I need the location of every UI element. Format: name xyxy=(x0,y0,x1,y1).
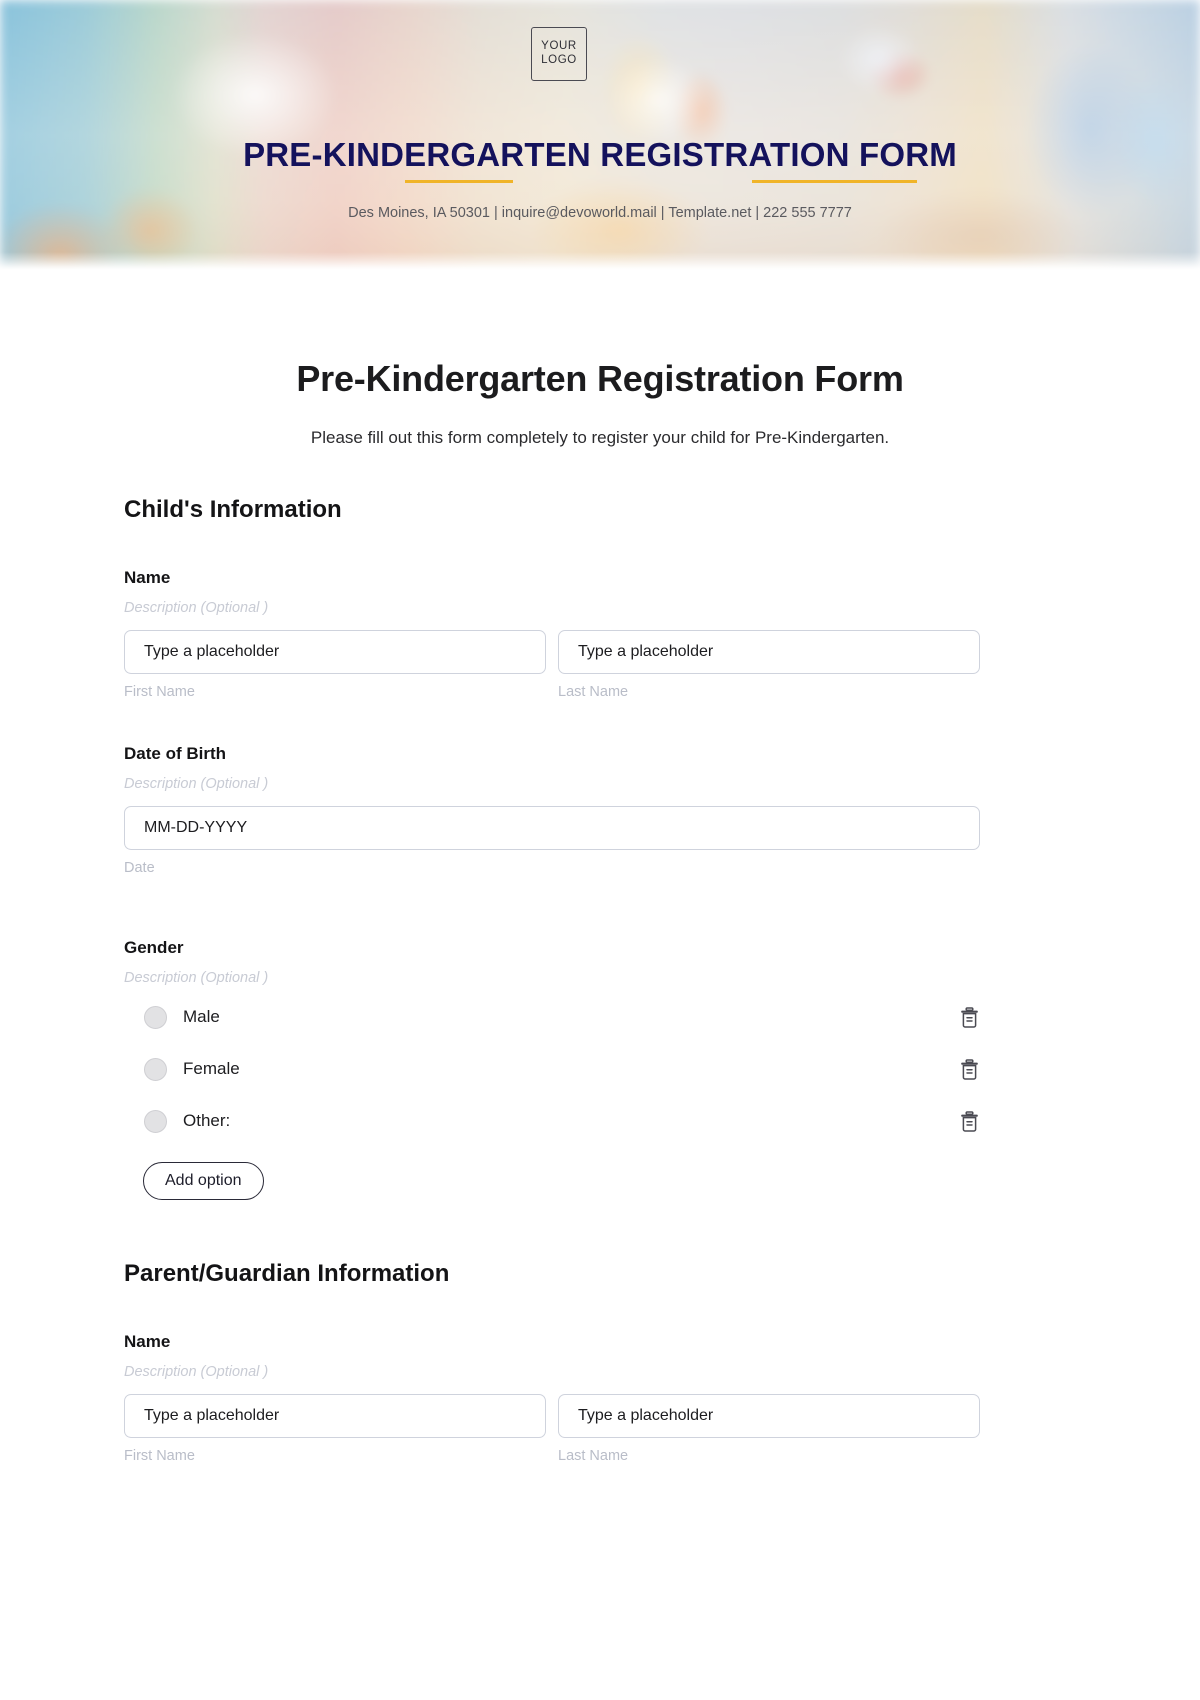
section-heading: Child's Information xyxy=(124,496,342,523)
input-row: Date xyxy=(124,806,980,876)
radio-option-female[interactable]: Female xyxy=(124,1048,980,1090)
accent-rule-left xyxy=(405,180,513,183)
banner-title: PRE-KINDERGARTEN REGISTRATION FORM xyxy=(243,136,957,173)
input-group-last-name: Last Name xyxy=(558,1394,980,1464)
trash-icon[interactable] xyxy=(956,1056,982,1082)
input-sub-label: Last Name xyxy=(558,1448,629,1464)
radio-option-male[interactable]: Male xyxy=(124,996,980,1038)
section-childs-information: Child's Information Name Description (Op… xyxy=(124,496,980,1200)
input-sub-label: Last Name xyxy=(558,684,629,700)
banner-bottom-fade xyxy=(0,252,1200,270)
page-title: Pre-Kindergarten Registration Form xyxy=(296,358,904,399)
radio-button-icon[interactable] xyxy=(144,1057,167,1081)
header-banner: YOUR LOGO PRE-KINDERGARTEN REGISTRATION … xyxy=(0,0,1200,270)
form-body: Pre-Kindergarten Registration Form Pleas… xyxy=(0,358,1200,1464)
child-last-name-input[interactable] xyxy=(558,630,980,674)
input-row: First Name Last Name xyxy=(124,630,980,700)
input-row: First Name Last Name xyxy=(124,1394,980,1464)
accent-rule-right xyxy=(752,180,917,183)
option-label: Other: xyxy=(183,1111,231,1130)
input-sub-label: Date xyxy=(124,860,155,876)
input-group-last-name: Last Name xyxy=(558,630,980,700)
option-content: Female xyxy=(144,1057,240,1081)
radio-button-icon[interactable] xyxy=(144,1005,167,1029)
field-date-of-birth: Date of Birth Description (Optional ) Da… xyxy=(124,744,980,876)
section-parent-guardian-information: Parent/Guardian Information Name Descrip… xyxy=(124,1260,980,1464)
option-content: Male xyxy=(144,1005,220,1029)
field-parent-name: Name Description (Optional ) First Name … xyxy=(124,1332,980,1464)
logo-line-1: YOUR xyxy=(541,40,577,53)
option-label: Female xyxy=(183,1059,240,1078)
input-sub-label: First Name xyxy=(124,684,195,700)
trash-icon[interactable] xyxy=(956,1004,982,1030)
radio-button-icon[interactable] xyxy=(144,1109,167,1133)
parent-last-name-input[interactable] xyxy=(558,1394,980,1438)
field-child-name: Name Description (Optional ) First Name … xyxy=(124,568,980,700)
input-group-first-name: First Name xyxy=(124,1394,546,1464)
field-description: Description (Optional ) xyxy=(124,600,269,616)
field-label: Name xyxy=(124,1332,171,1351)
banner-contact-line: Des Moines, IA 50301 | inquire@devoworld… xyxy=(348,205,852,221)
input-group-date: Date xyxy=(124,806,980,876)
field-description: Description (Optional ) xyxy=(124,970,269,986)
banner-overlay xyxy=(0,0,1200,270)
page-subtitle: Please fill out this form completely to … xyxy=(310,428,890,447)
input-sub-label: First Name xyxy=(124,1448,195,1464)
child-first-name-input[interactable] xyxy=(124,630,546,674)
field-label: Name xyxy=(124,568,171,587)
input-group-first-name: First Name xyxy=(124,630,546,700)
section-heading: Parent/Guardian Information xyxy=(124,1260,450,1287)
add-option-button[interactable]: Add option xyxy=(143,1162,264,1200)
radio-option-other[interactable]: Other: xyxy=(124,1100,980,1142)
field-description: Description (Optional ) xyxy=(124,776,269,792)
option-content: Other: xyxy=(144,1109,231,1133)
logo-line-2: LOGO xyxy=(541,54,577,66)
field-label: Gender xyxy=(124,938,184,957)
field-label: Date of Birth xyxy=(124,744,226,763)
logo-placeholder: YOUR LOGO xyxy=(531,27,587,81)
trash-icon[interactable] xyxy=(956,1108,982,1134)
field-description: Description (Optional ) xyxy=(124,1364,269,1380)
date-of-birth-input[interactable] xyxy=(124,806,980,850)
parent-first-name-input[interactable] xyxy=(124,1394,546,1438)
option-label: Male xyxy=(183,1007,220,1026)
field-gender: Gender Description (Optional ) Male Fema… xyxy=(124,938,980,1200)
